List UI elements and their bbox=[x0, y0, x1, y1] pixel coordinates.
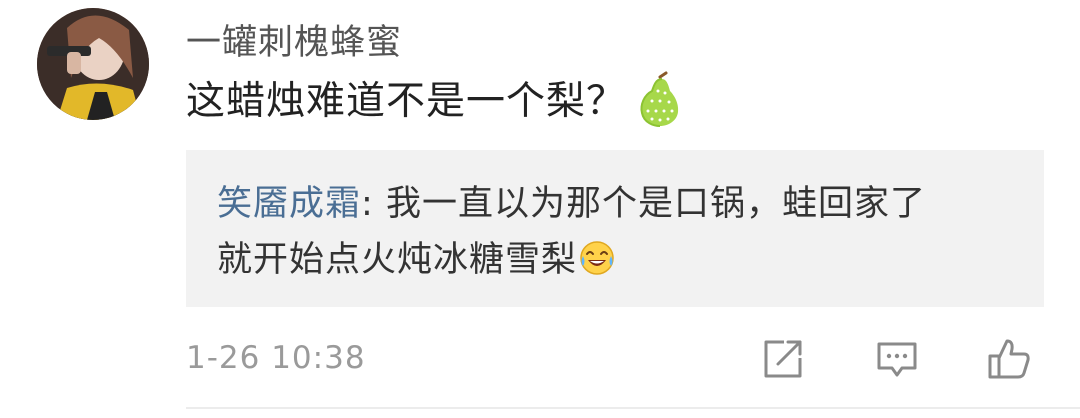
comment-text: 这蜡烛难道不是一个梨？ bbox=[186, 71, 680, 130]
like-icon[interactable] bbox=[986, 336, 1032, 382]
divider bbox=[186, 407, 1080, 409]
reply-line-2: 就开始点火炖冰糖雪梨 bbox=[217, 235, 615, 285]
comment-body: 这蜡烛难道不是一个梨？ bbox=[186, 79, 627, 124]
comment-username[interactable]: 一罐刺槐蜂蜜 bbox=[186, 14, 402, 65]
pear-icon bbox=[640, 71, 679, 127]
laugh-cry-icon bbox=[580, 241, 614, 275]
share-icon[interactable] bbox=[760, 336, 806, 382]
avatar[interactable] bbox=[37, 8, 149, 120]
comment-icon[interactable] bbox=[874, 336, 920, 382]
comment-timestamp: 1-26 10:38 bbox=[186, 340, 366, 376]
reply-line-1: 笑靥成霜: 我一直以为那个是口锅，蛙回家了 bbox=[217, 179, 926, 229]
reply-box[interactable]: 笑靥成霜: 我一直以为那个是口锅，蛙回家了 就开始点火炖冰糖雪梨 bbox=[186, 150, 1044, 307]
reply-separator: : bbox=[361, 184, 386, 224]
reply-text-1: 我一直以为那个是口锅，蛙回家了 bbox=[385, 184, 926, 224]
reply-text-2: 就开始点火炖冰糖雪梨 bbox=[217, 240, 578, 280]
reply-username[interactable]: 笑靥成霜 bbox=[217, 184, 361, 224]
